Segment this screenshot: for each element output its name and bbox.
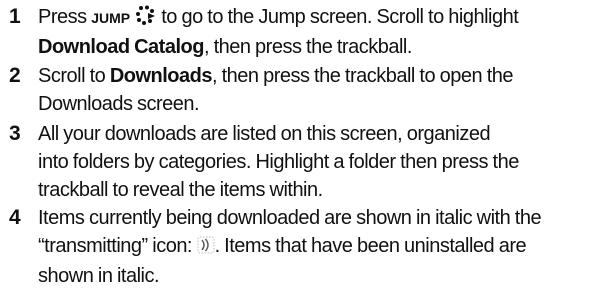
step-line: “transmitting” icon: . Items that have b… xyxy=(38,232,590,262)
step-line: Download Catalog, then press the trackba… xyxy=(38,33,590,61)
step-number: 4 xyxy=(9,206,21,229)
step-text-segment: “transmitting” icon: xyxy=(38,235,193,257)
step-line: Downloads screen. xyxy=(38,93,200,115)
jump-key-label: JUMP xyxy=(91,10,131,26)
step-line: Press JUMP to go to the Jump screen. Scr… xyxy=(38,3,590,33)
step-line: trackball to reveal the items within. xyxy=(38,179,323,201)
jump-dots-icon xyxy=(135,5,157,33)
step-number: 2 xyxy=(9,64,21,87)
step-text: Items currently being downloaded are sho… xyxy=(38,204,590,290)
step-text-segment: . Items that have been uninstalled are xyxy=(214,235,527,257)
step-line: Scroll to Downloads, then press the trac… xyxy=(38,62,590,90)
step-text-segment: , then press the trackball. xyxy=(203,36,412,58)
step-line: into folders by categories. Highlight a … xyxy=(38,151,519,173)
step-text-segment: , then press the trackball to open the xyxy=(211,65,514,87)
step-number: 3 xyxy=(9,122,21,145)
step-text: Press JUMP to go to the Jump screen. Scr… xyxy=(38,3,590,61)
transmitting-icon xyxy=(197,234,215,262)
menu-item-downloads: Downloads xyxy=(109,65,213,87)
step-number: 1 xyxy=(9,5,21,28)
step-text-segment: Scroll to xyxy=(38,65,106,87)
step-line: Items currently being downloaded are sho… xyxy=(38,207,542,229)
step-text-segment: to go to the Jump screen. Scroll to high… xyxy=(161,6,519,28)
step-line: shown in italic. xyxy=(38,265,160,287)
step-line: All your downloads are listed on this sc… xyxy=(38,123,491,145)
step-text-segment: Press xyxy=(38,6,87,28)
menu-item-download-catalog: Download Catalog xyxy=(38,36,204,58)
step-text: All your downloads are listed on this sc… xyxy=(38,120,590,204)
step-text: Scroll to Downloads, then press the trac… xyxy=(38,62,590,118)
